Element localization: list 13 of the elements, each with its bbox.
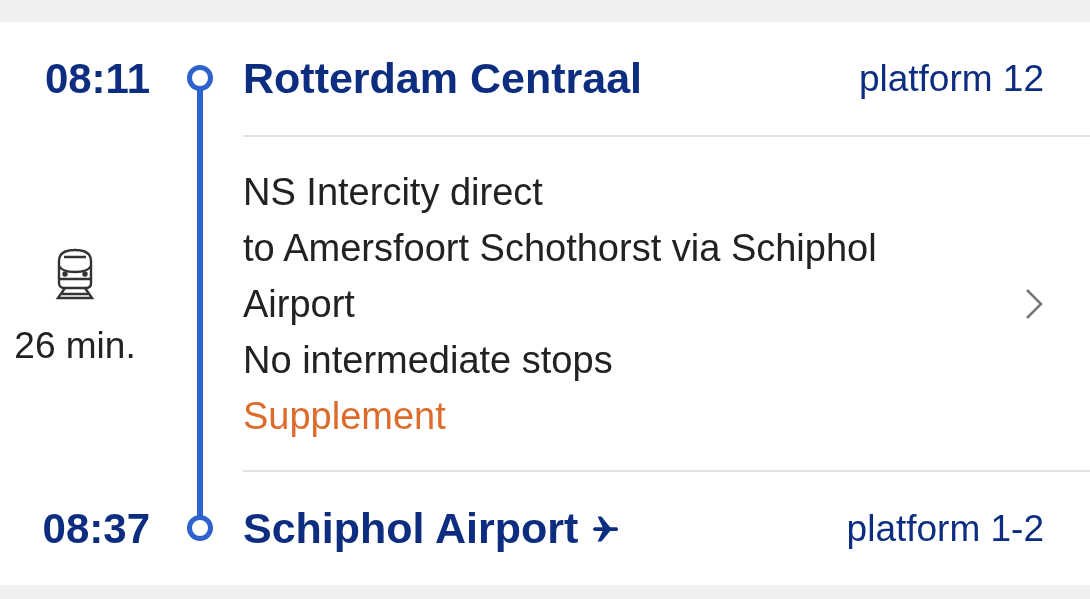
supplement-text: Supplement <box>243 393 447 439</box>
service-text: NS Intercity direct <box>243 169 544 215</box>
platform-label: platform 12 <box>858 57 1044 100</box>
station-name: Rotterdam Centraal <box>243 54 643 103</box>
station-name: Schiphol Airport <box>243 504 623 553</box>
service-text: No intermediate stops <box>243 337 614 383</box>
platform-label: platform 1-2 <box>846 507 1044 550</box>
journey-card[interactable]: 08:11 Rotterdam Centraal platform 12 26 min. NS Intercity direct to Amersfoort Schothorst via Schiphol Airport No intermediate stops Supplement 08:37 Schiphol Airport platform 1-2 <box>0 22 1090 585</box>
service-text: to Amersfoort Schothorst via Schiphol Airport <box>243 225 878 327</box>
departure-time: 08:11 <box>44 54 150 103</box>
chevron-right-icon[interactable] <box>1024 286 1044 321</box>
arrival-time: 08:37 <box>42 504 150 553</box>
duration-text: 26 min. <box>14 324 136 367</box>
